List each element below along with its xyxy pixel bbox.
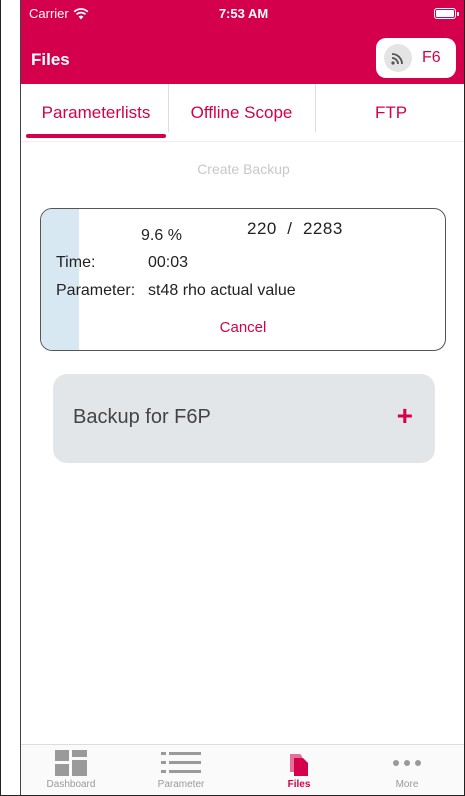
tabbar-item-more[interactable]: More	[357, 745, 457, 795]
nfc-signal-icon	[384, 44, 412, 72]
page-title: Files	[31, 50, 70, 69]
time-row: Time: 00:03	[56, 254, 188, 272]
bottom-tab-bar: Dashboard Parameter Files More	[21, 744, 464, 795]
parameter-row: Parameter: st48 rho actual value	[56, 282, 296, 300]
backup-list-item[interactable]: Backup for F6P +	[53, 374, 435, 463]
tabbar-item-parameter[interactable]: Parameter	[131, 745, 231, 795]
progress-percent: 9.6 %	[141, 227, 182, 244]
left-edge-strip	[1, 0, 21, 795]
backup-item-label: Backup for F6P	[73, 406, 211, 428]
list-icon	[161, 749, 201, 777]
plus-icon[interactable]: +	[397, 402, 413, 430]
time-value: 00:03	[148, 254, 189, 271]
app-screen: Carrier 7:53 AM Files F6 Parameterlists …	[21, 0, 464, 795]
time-label: Time:	[56, 254, 96, 271]
progress-count: 220 / 2283	[247, 219, 343, 238]
tab-label: Offline Scope	[190, 103, 293, 122]
create-backup-button[interactable]: Create Backup	[21, 161, 464, 177]
backup-progress-dialog: 9.6 % 220 / 2283 Time: 00:03 Parameter: st…	[40, 208, 446, 351]
status-time: 7:53 AM	[218, 6, 269, 21]
battery-icon	[434, 8, 459, 19]
parameter-label: Parameter:	[56, 282, 136, 299]
tabbar-label: Parameter	[157, 779, 205, 790]
status-bar: Carrier 7:53 AM	[21, 0, 464, 32]
tabbar-item-dashboard[interactable]: Dashboard	[21, 745, 121, 795]
parameter-value: st48 rho actual value	[148, 282, 296, 299]
tabbar-label: Dashboard	[46, 779, 96, 790]
segment-tabs: Parameterlists Offline Scope FTP	[21, 84, 464, 142]
tabbar-label: Files	[287, 779, 311, 790]
tab-label: Parameterlists	[41, 103, 151, 122]
files-icon	[288, 749, 310, 777]
device-label: F6	[422, 49, 441, 66]
dashboard-icon	[55, 749, 87, 777]
tab-ftp[interactable]: FTP	[316, 84, 464, 142]
cancel-button[interactable]: Cancel	[41, 319, 445, 336]
navigation-header: Carrier 7:53 AM Files F6	[21, 0, 464, 84]
tab-offline-scope[interactable]: Offline Scope	[169, 84, 314, 142]
tabbar-item-files[interactable]: Files	[249, 745, 349, 795]
active-tab-indicator	[26, 134, 166, 138]
more-icon	[392, 749, 422, 777]
tab-label: FTP	[374, 103, 408, 122]
tabbar-label: More	[395, 779, 419, 790]
device-connection-button[interactable]: F6	[376, 38, 456, 78]
device-frame: Carrier 7:53 AM Files F6 Parameterlists …	[0, 0, 465, 796]
